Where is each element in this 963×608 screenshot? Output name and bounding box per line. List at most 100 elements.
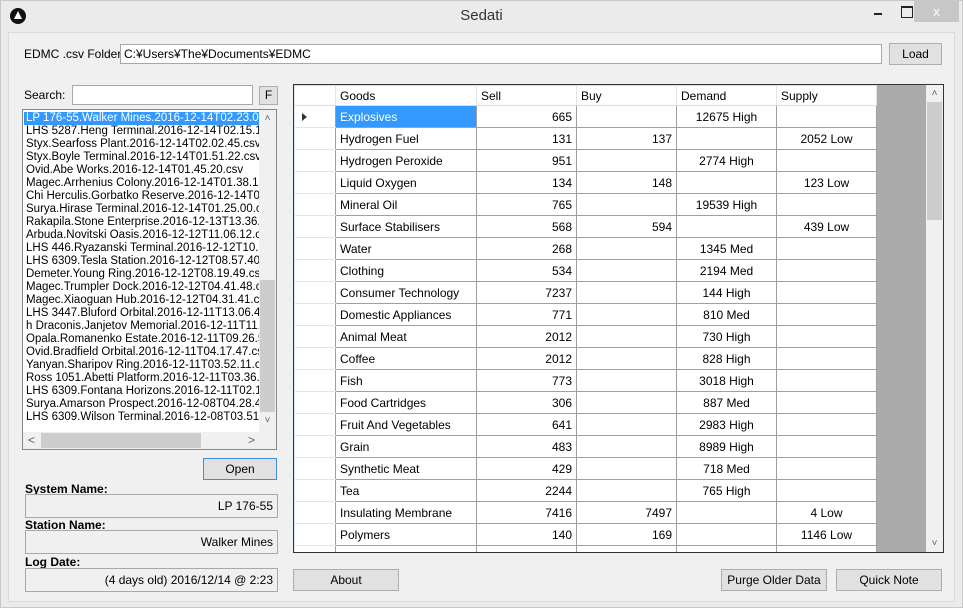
grid-row[interactable]: Synthetic Meat 429 718 Med (294, 457, 877, 480)
row-header[interactable] (294, 325, 336, 348)
cell-goods[interactable]: Polymers (335, 523, 477, 546)
grid-vertical-scrollbar[interactable]: ˄ ˅ (926, 85, 943, 552)
grid-row[interactable]: Domestic Appliances 771 810 Med (294, 303, 877, 326)
cell-goods[interactable]: Coffee (335, 347, 477, 370)
cell-goods[interactable]: Synthetic Meat (335, 457, 477, 480)
cell-goods[interactable]: Surface Stabilisers (335, 215, 477, 238)
cell-supply[interactable] (776, 479, 877, 502)
load-button[interactable]: Load (889, 43, 942, 65)
scrollbar-thumb[interactable] (260, 280, 275, 412)
file-list-item[interactable]: LHS 5287.Heng Terminal.2016-12-14T02.15.… (24, 125, 260, 138)
row-header[interactable] (294, 105, 336, 128)
cell-supply[interactable] (776, 435, 877, 458)
row-header[interactable] (294, 237, 336, 260)
goods-grid[interactable]: Goods Sell Buy Demand Supply Explosives 6… (293, 84, 944, 553)
cell-supply[interactable] (776, 149, 877, 172)
cell-buy[interactable]: 148 (576, 171, 677, 194)
file-list[interactable]: LP 176-55.Walker Mines.2016-12-14T02.23.… (22, 109, 277, 450)
grid-row[interactable]: Clothing 534 2194 Med (294, 259, 877, 282)
file-list-item[interactable]: Surya.Amarson Prospect.2016-12-08T04.28.… (24, 398, 260, 411)
cell-goods[interactable]: Fruit And Vegetables (335, 413, 477, 436)
file-list-item[interactable]: LHS 446.Ryazanski Terminal.2016-12-12T10… (24, 242, 260, 255)
file-list-item[interactable]: LP 176-55.Walker Mines.2016-12-14T02.23.… (24, 112, 260, 125)
row-header[interactable] (294, 523, 336, 546)
cell-goods[interactable]: Liquid Oxygen (335, 171, 477, 194)
cell-buy[interactable] (576, 303, 677, 326)
cell-supply[interactable] (776, 413, 877, 436)
cell-sell[interactable]: 534 (476, 259, 577, 282)
scrollbar-thumb[interactable] (41, 433, 201, 448)
scrollbar-thumb[interactable] (927, 102, 942, 220)
cell-sell[interactable]: 131 (476, 127, 577, 150)
cell-buy[interactable]: 137 (576, 127, 677, 150)
cell-supply[interactable] (776, 457, 877, 480)
column-header-sell[interactable]: Sell (476, 85, 577, 106)
file-list-item[interactable]: Ovid.Bradfield Orbital.2016-12-11T04.17.… (24, 346, 260, 359)
row-header[interactable] (294, 391, 336, 414)
cell-sell[interactable]: 7237 (476, 281, 577, 304)
cell-buy[interactable] (576, 391, 677, 414)
cell-supply[interactable] (776, 193, 877, 216)
cell-goods[interactable]: Hydrogen Fuel (335, 127, 477, 150)
cell-sell[interactable]: 429 (476, 457, 577, 480)
cell-sell[interactable]: 140 (476, 523, 577, 546)
cell-sell[interactable]: 771 (476, 303, 577, 326)
cell-supply[interactable]: 155 Low (776, 545, 877, 552)
cell-sell[interactable]: 773 (476, 369, 577, 392)
cell-supply[interactable]: 1146 Low (776, 523, 877, 546)
grid-row[interactable]: Insulating Membrane 7416 7497 4 Low (294, 501, 877, 524)
cell-goods[interactable]: Clothing (335, 259, 477, 282)
cell-sell[interactable]: 483 (476, 435, 577, 458)
cell-supply[interactable] (776, 391, 877, 414)
file-list-horizontal-scrollbar[interactable]: < > (23, 432, 260, 449)
purge-older-data-button[interactable]: Purge Older Data (721, 569, 827, 591)
file-list-item[interactable]: LHS 6309.Wilson Terminal.2016-12-08T03.5… (24, 411, 260, 424)
cell-demand[interactable]: 718 Med (676, 457, 777, 480)
grid-row[interactable]: Mineral Oil 765 19539 High (294, 193, 877, 216)
cell-buy[interactable]: 7497 (576, 501, 677, 524)
cell-demand[interactable]: 2983 High (676, 413, 777, 436)
cell-goods[interactable]: Semiconductors (335, 545, 477, 552)
grid-row[interactable]: Coffee 2012 828 High (294, 347, 877, 370)
row-header[interactable] (294, 457, 336, 480)
file-list-item[interactable]: Arbuda.Novitski Oasis.2016-12-12T11.06.1… (24, 229, 260, 242)
grid-row[interactable]: Fish 773 3018 High (294, 369, 877, 392)
cell-supply[interactable] (776, 105, 877, 128)
scroll-down-icon[interactable]: ˅ (259, 412, 276, 429)
cell-goods[interactable]: Animal Meat (335, 325, 477, 348)
cell-buy[interactable] (576, 105, 677, 128)
cell-demand[interactable]: 887 Med (676, 391, 777, 414)
file-list-item[interactable]: Styx.Boyle Terminal.2016-12-14T01.51.22.… (24, 151, 260, 164)
scroll-up-icon[interactable]: ˄ (926, 85, 943, 102)
row-header[interactable] (294, 435, 336, 458)
grid-row[interactable]: Polymers 140 169 1146 Low (294, 523, 877, 546)
cell-buy[interactable]: 169 (576, 523, 677, 546)
scroll-right-icon[interactable]: > (243, 432, 260, 449)
grid-row[interactable]: Semiconductors867888 155 Low (294, 545, 877, 552)
cell-demand[interactable]: 810 Med (676, 303, 777, 326)
cell-supply[interactable] (776, 347, 877, 370)
file-list-item[interactable]: Yanyan.Sharipov Ring.2016-12-11T03.52.11… (24, 359, 260, 372)
cell-sell[interactable]: 951 (476, 149, 577, 172)
file-list-item[interactable]: LHS 3447.Bluford Orbital.2016-12-11T13.0… (24, 307, 260, 320)
cell-goods[interactable]: Fish (335, 369, 477, 392)
cell-demand[interactable]: 3018 High (676, 369, 777, 392)
cell-sell[interactable]: 2244 (476, 479, 577, 502)
cell-sell[interactable]: 306 (476, 391, 577, 414)
cell-demand[interactable]: 765 High (676, 479, 777, 502)
cell-sell[interactable]: 2012 (476, 347, 577, 370)
cell-goods[interactable]: Consumer Technology (335, 281, 477, 304)
cell-buy[interactable] (576, 435, 677, 458)
row-header[interactable] (294, 347, 336, 370)
cell-demand[interactable]: 2774 High (676, 149, 777, 172)
cell-supply[interactable]: 4 Low (776, 501, 877, 524)
minimize-button[interactable] (863, 1, 893, 22)
cell-supply[interactable]: 123 Low (776, 171, 877, 194)
cell-buy[interactable] (576, 347, 677, 370)
cell-demand[interactable] (676, 171, 777, 194)
cell-buy[interactable] (576, 281, 677, 304)
row-header[interactable] (294, 149, 336, 172)
grid-row[interactable]: Hydrogen Fuel 131 137 2052 Low (294, 127, 877, 150)
row-header[interactable] (294, 501, 336, 524)
scroll-up-icon[interactable]: ˄ (259, 110, 276, 127)
